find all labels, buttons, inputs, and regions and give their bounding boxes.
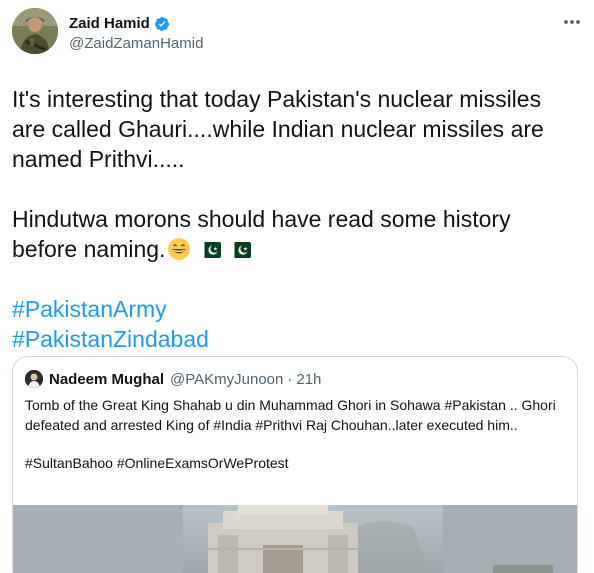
- separator-dot: ·: [287, 370, 293, 388]
- quoted-author-name: Nadeem Mughal: [49, 370, 165, 388]
- tweet-paragraph-2-text: Hindutwa morons should have read some hi…: [12, 206, 511, 262]
- quoted-tweet-paragraph-2: #SultanBahoo #OnlineExamsOrWeProtest: [25, 455, 289, 471]
- tweet-card: Zaid Hamid @ZaidZamanHamid It's interest…: [0, 0, 594, 573]
- more-horizontal-icon[interactable]: [562, 12, 582, 32]
- author-avatar[interactable]: [12, 8, 58, 54]
- hashtag-link[interactable]: #PakistanZindabad: [12, 324, 576, 354]
- author-handle[interactable]: @ZaidZamanHamid: [69, 34, 203, 53]
- quoted-tweet-paragraph-1: Tomb of the Great King Shahab u din Muha…: [25, 397, 556, 433]
- verified-badge-icon: [154, 16, 170, 32]
- pakistan-flag-icon: [229, 235, 252, 258]
- quoted-tweet-text: Tomb of the Great King Shahab u din Muha…: [13, 389, 577, 473]
- hashtag-link[interactable]: #PakistanArmy: [12, 294, 576, 324]
- author-display-name[interactable]: Zaid Hamid: [69, 14, 150, 33]
- grinning-face-icon: [167, 237, 191, 261]
- author-names: Zaid Hamid @ZaidZamanHamid: [69, 14, 203, 53]
- quoted-tweet-time: 21h: [296, 370, 322, 388]
- tweet-paragraph-2: Hindutwa morons should have read some hi…: [12, 204, 576, 264]
- quoted-tweet-header: Nadeem Mughal @PAKmyJunoon · 21h: [13, 357, 577, 389]
- tweet-paragraph-1: It's interesting that today Pakistan's n…: [12, 86, 544, 172]
- pakistan-flag-icon: [199, 235, 222, 258]
- quoted-author-avatar: [25, 370, 43, 388]
- author-name-row: Zaid Hamid: [69, 14, 203, 33]
- quoted-tweet[interactable]: Nadeem Mughal @PAKmyJunoon · 21h Tomb of…: [12, 356, 578, 573]
- tweet-header: Zaid Hamid @ZaidZamanHamid: [12, 8, 582, 60]
- quoted-tweet-image[interactable]: [13, 505, 577, 573]
- tweet-body: It's interesting that today Pakistan's n…: [12, 84, 582, 354]
- quoted-author-handle: @PAKmyJunoon: [170, 370, 284, 388]
